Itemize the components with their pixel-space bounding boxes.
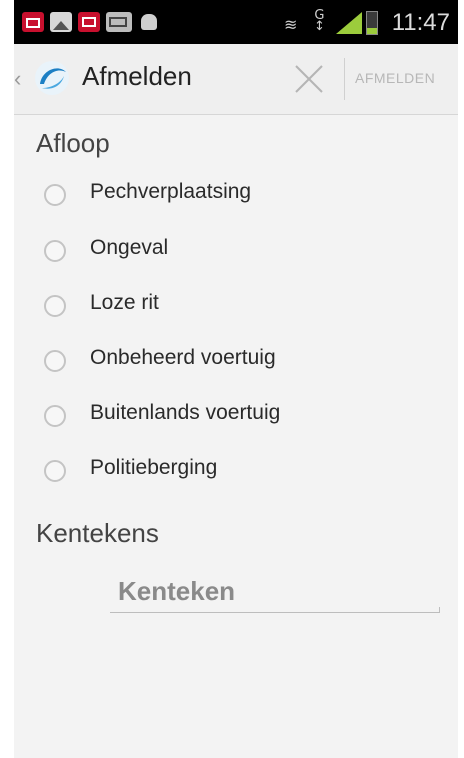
radio-button[interactable] (44, 295, 66, 317)
mail-icon (78, 12, 100, 32)
input-underline (110, 607, 440, 613)
sms-icon (106, 12, 132, 32)
radio-label: Pechverplaatsing (90, 180, 252, 203)
radio-label: Onbeheerd voertuig (90, 346, 276, 369)
afloop-heading: Afloop (36, 128, 110, 158)
radio-option-loze-rit[interactable]: Loze rit (44, 287, 424, 327)
radio-button[interactable] (44, 350, 66, 372)
radio-button[interactable] (44, 405, 66, 427)
back-caret-icon[interactable]: ‹ (14, 66, 21, 92)
action-divider (344, 58, 345, 100)
radio-button[interactable] (44, 460, 66, 482)
kenteken-field[interactable] (110, 570, 440, 616)
radio-button[interactable] (44, 240, 66, 262)
clock: 11:47 (391, 9, 450, 36)
action-bar: ‹ Afmelden AFMELDEN (14, 44, 458, 115)
gprs-icon: G ↕ (314, 8, 325, 34)
radio-option-buitenlands-voertuig[interactable]: Buitenlands voertuig (44, 397, 424, 437)
gallery-icon (50, 12, 72, 32)
radio-option-politieberging[interactable]: Politieberging (44, 452, 424, 492)
signal-icon (336, 12, 362, 34)
status-bar: ≋ G ↕ 11:47 (14, 0, 458, 44)
screen-title: Afmelden (82, 61, 192, 91)
close-icon[interactable] (290, 60, 328, 98)
app-logo-icon[interactable] (32, 58, 72, 98)
calendar-icon (22, 12, 44, 32)
radio-option-ongeval[interactable]: Ongeval (44, 232, 424, 272)
radio-button[interactable] (44, 184, 66, 206)
radio-label: Buitenlands voertuig (90, 401, 281, 424)
radio-option-pechverplaatsing[interactable]: Pechverplaatsing (44, 176, 424, 216)
afmelden-button[interactable]: AFMELDEN (355, 70, 435, 86)
left-gutter (0, 0, 14, 758)
radio-label: Politieberging (90, 456, 218, 479)
radio-label: Ongeval (90, 236, 169, 259)
battery-icon (366, 11, 378, 35)
mute-icon: ≋ (284, 15, 298, 34)
android-icon (138, 12, 160, 32)
kentekens-heading: Kentekens (36, 518, 159, 548)
app-screen: ≋ G ↕ 11:47 ‹ Afmelden AFMELDEN Afloop Pe… (14, 0, 458, 758)
kenteken-input[interactable] (110, 570, 440, 612)
radio-option-onbeheerd-voertuig[interactable]: Onbeheerd voertuig (44, 342, 424, 382)
radio-label: Loze rit (90, 291, 159, 314)
